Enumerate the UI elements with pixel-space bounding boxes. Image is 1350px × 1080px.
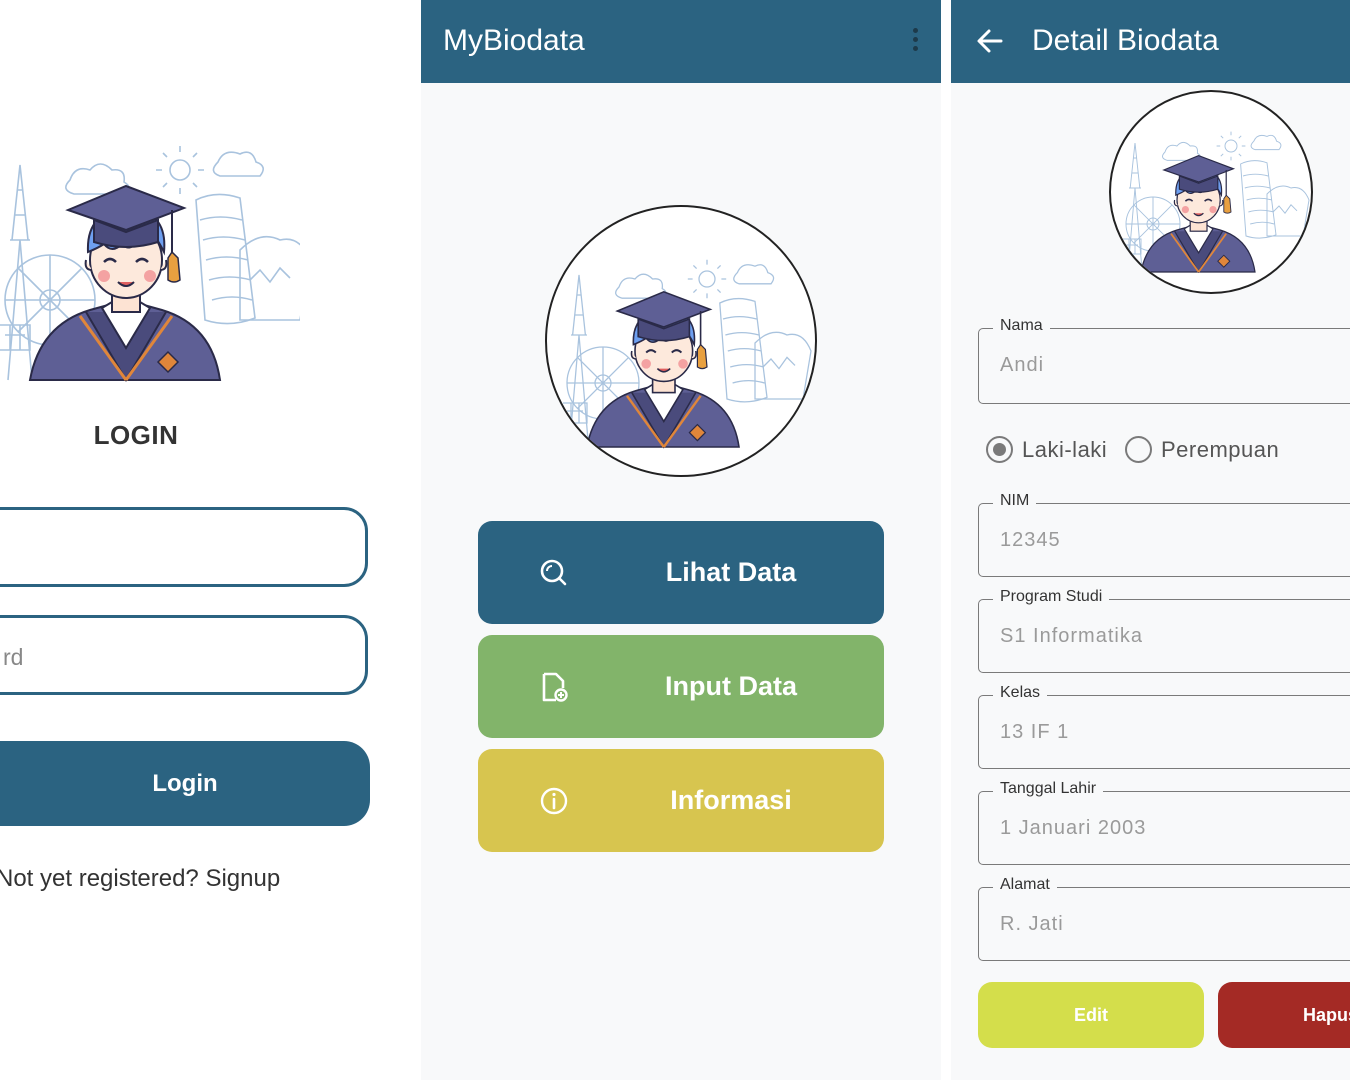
tanggal-lahir-field[interactable]: Tanggal Lahir 1 Januari 2003 [978, 780, 1350, 865]
kelas-value: 13 IF 1 [1000, 721, 1070, 743]
username-input[interactable] [0, 507, 368, 587]
lihat-data-button[interactable]: Lihat Data [478, 521, 884, 624]
back-arrow-icon[interactable] [975, 24, 1005, 58]
informasi-label: Informasi [670, 785, 792, 815]
program-studi-label: Program Studi [993, 588, 1110, 606]
login-button[interactable]: Login [0, 741, 370, 826]
nama-value: Andi [1000, 354, 1045, 376]
overflow-menu-icon[interactable] [911, 28, 919, 54]
kelas-label: Kelas [993, 684, 1048, 702]
info-icon [540, 787, 568, 815]
password-placeholder: rd [3, 644, 24, 670]
app-title: MyBiodata [443, 24, 585, 57]
kelas-field[interactable]: Kelas 13 IF 1 [978, 684, 1350, 769]
nama-label: Nama [993, 317, 1050, 335]
profile-avatar [545, 205, 817, 477]
alamat-label: Alamat [993, 876, 1057, 894]
input-data-button[interactable]: Input Data [478, 635, 884, 738]
detail-title: Detail Biodata [1032, 24, 1219, 57]
profile-avatar [1109, 90, 1313, 294]
login-title: LOGIN [93, 420, 179, 450]
hapus-button[interactable]: Hapus [1218, 982, 1350, 1048]
detail-app-bar: Detail Biodata [951, 0, 1350, 83]
nim-value: 12345 [1000, 529, 1061, 551]
graduate-illustration [1122, 130, 1310, 273]
signup-link[interactable]: Not yet registered? Signup [0, 865, 280, 893]
nim-label: NIM [993, 492, 1037, 510]
graduate-illustration [0, 144, 300, 382]
radio-laki-laki-indicator [986, 436, 1013, 463]
password-input[interactable]: rd [0, 615, 368, 695]
edit-button[interactable]: Edit [978, 982, 1204, 1048]
alamat-value: R. Jati [1000, 913, 1064, 935]
lihat-data-label: Lihat Data [665, 557, 797, 587]
login-screen: LOGIN rd Login Not yet registered? Signu… [0, 0, 421, 1080]
nama-field[interactable]: Nama Andi [978, 317, 1350, 404]
screen-divider [941, 0, 951, 1080]
login-button-label: Login [152, 770, 218, 797]
program-studi-value: S1 Informatika [1000, 625, 1143, 647]
detail-screen: Detail Biodata Nama Andi Laki-laki Perem… [951, 0, 1350, 1080]
radio-laki-laki-label: Laki-laki [1022, 437, 1108, 462]
input-data-label: Input Data [665, 671, 797, 701]
home-screen: MyBiodata Lihat Data Input Data Informas… [421, 0, 941, 1080]
document-add-icon [542, 672, 568, 702]
radio-perempuan-indicator [1125, 436, 1152, 463]
search-icon [540, 559, 567, 586]
tanggal-lahir-label: Tanggal Lahir [993, 780, 1104, 798]
tanggal-lahir-value: 1 Januari 2003 [1000, 817, 1147, 839]
radio-perempuan-label: Perempuan [1161, 437, 1280, 462]
program-studi-field[interactable]: Program Studi S1 Informatika [978, 588, 1350, 673]
informasi-button[interactable]: Informasi [478, 749, 884, 852]
graduate-illustration [561, 258, 813, 449]
alamat-field[interactable]: Alamat R. Jati [978, 876, 1350, 961]
app-bar: MyBiodata [421, 0, 941, 83]
nim-field[interactable]: NIM 12345 [978, 492, 1350, 577]
